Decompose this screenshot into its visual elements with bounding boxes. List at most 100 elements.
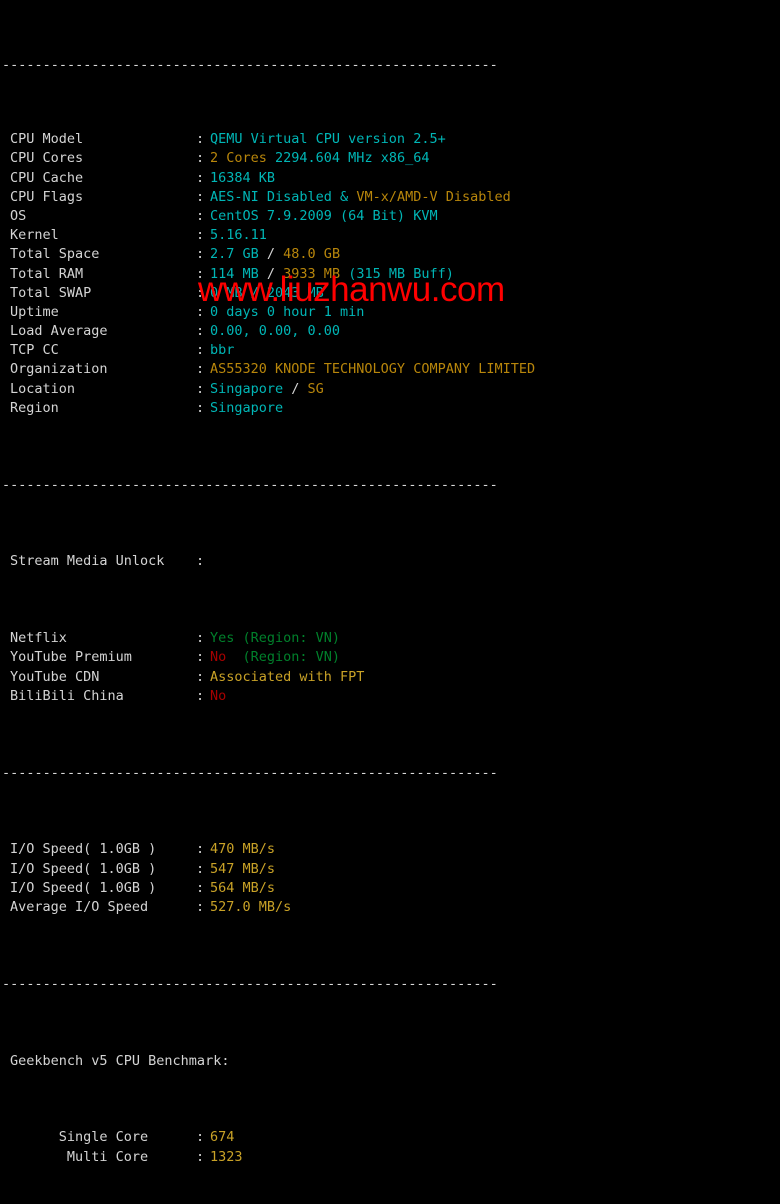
system-info-label: Region bbox=[10, 399, 59, 416]
system-info-value: QEMU Virtual CPU version 2.5+ bbox=[210, 131, 446, 147]
system-info-label: CPU Flags bbox=[10, 188, 84, 205]
stream-media-value: Yes (Region: VN) bbox=[210, 630, 340, 646]
system-info-row: Total RAM:114 MB / 3933 MB (315 MB Buff) bbox=[0, 265, 780, 284]
system-info-value: 0 MB / 2043 MB bbox=[210, 285, 324, 301]
system-info-value-part: 2 Cores bbox=[210, 150, 267, 167]
separator-geekbench: ----------------------------------------… bbox=[2, 975, 498, 992]
io-speed-value-part: 470 MB/s bbox=[210, 841, 276, 858]
system-info-row: Load Average:0.00, 0.00, 0.00 bbox=[0, 322, 780, 341]
system-info-value-part: 0 MB / 2043 MB bbox=[210, 284, 324, 301]
system-info-label: Uptime bbox=[10, 303, 59, 320]
system-info-row: CPU Model: QEMU Virtual CPU version 2.5+ bbox=[0, 130, 780, 149]
system-info-row: CPU Cache:16384 KB bbox=[0, 169, 780, 188]
system-info-colon: : bbox=[196, 323, 205, 340]
stream-media-value: No (Region: VN) bbox=[210, 649, 340, 665]
system-info-row: Organization: AS55320 KNODE TECHNOLOGY CO… bbox=[0, 360, 780, 379]
io-speed-colon: : bbox=[196, 841, 205, 858]
system-info-row: CPU Flags: AES-NI Disabled & VM-x/AMD-V D… bbox=[0, 188, 780, 207]
io-speed-value: 547 MB/s bbox=[210, 861, 275, 877]
system-info-label: Kernel bbox=[10, 227, 59, 244]
system-info-label: CPU Cache bbox=[10, 169, 84, 186]
stream-media-section: Netflix: Yes (Region: VN) YouTube Premium:… bbox=[0, 629, 780, 706]
separator-top: ----------------------------------------… bbox=[2, 59, 498, 73]
system-info-colon: : bbox=[196, 380, 205, 397]
stream-media-heading-label: Stream Media Unlock bbox=[10, 553, 165, 570]
io-speed-row: I/O Speed( 1.0GB ):547 MB/s bbox=[0, 860, 780, 879]
io-speed-value-part: 527.0 MB/s bbox=[210, 898, 292, 915]
stream-media-value-part: Yes (Region: VN) bbox=[210, 630, 341, 647]
system-info-value-part: 48.0 GB bbox=[283, 246, 341, 263]
system-info-label: Total Space bbox=[10, 246, 100, 263]
io-speed-section: I/O Speed( 1.0GB ):470 MB/s I/O Speed( 1.… bbox=[0, 840, 780, 917]
system-info-value-part: QEMU Virtual CPU version 2.5+ bbox=[210, 131, 446, 148]
stream-media-value-part: No bbox=[210, 687, 227, 704]
system-info-colon: : bbox=[196, 131, 205, 148]
stream-media-colon: : bbox=[196, 687, 205, 704]
system-info-value: bbr bbox=[210, 342, 234, 358]
system-info-colon: : bbox=[196, 150, 205, 167]
system-info-label: CPU Cores bbox=[10, 150, 84, 167]
separator-io: ----------------------------------------… bbox=[2, 764, 498, 781]
stream-media-colon: : bbox=[196, 649, 205, 666]
system-info-value: Singapore bbox=[210, 400, 283, 416]
stream-media-heading-row: Stream Media Unlock: bbox=[0, 552, 780, 571]
system-info-value-part: AES-NI Disabled & bbox=[210, 188, 357, 205]
stream-media-value: Associated with FPT bbox=[210, 669, 364, 685]
system-info-colon: : bbox=[196, 227, 205, 244]
system-info-value: 2.7 GB / 48.0 GB bbox=[210, 246, 340, 262]
system-info-colon: : bbox=[196, 361, 205, 378]
stream-media-value-part: No bbox=[210, 649, 227, 666]
system-info-colon: : bbox=[196, 188, 205, 205]
system-info-value-part: / bbox=[258, 265, 284, 282]
system-info-value: 0 days 0 hour 1 min bbox=[210, 304, 364, 320]
system-info-section: CPU Model: QEMU Virtual CPU version 2.5+ C… bbox=[0, 130, 780, 418]
system-info-value-part: 3933 MB bbox=[283, 265, 341, 282]
stream-media-label: YouTube CDN bbox=[10, 668, 100, 685]
system-info-colon: : bbox=[196, 169, 205, 186]
geekbench-value: 1323 bbox=[210, 1149, 243, 1165]
system-info-colon: : bbox=[196, 265, 205, 282]
system-info-value-part: CentOS 7.9.2009 (64 Bit) KVM bbox=[210, 207, 438, 224]
io-speed-colon: : bbox=[196, 879, 205, 896]
system-info-value: AS55320 KNODE TECHNOLOGY COMPANY LIMITED bbox=[210, 361, 535, 377]
system-info-value: CentOS 7.9.2009 (64 Bit) KVM bbox=[210, 208, 438, 224]
system-info-row: Uptime:0 days 0 hour 1 min bbox=[0, 303, 780, 322]
geekbench-colon: : bbox=[196, 1148, 205, 1165]
system-info-value-part: 0.00, 0.00, 0.00 bbox=[210, 323, 341, 340]
system-info-colon: : bbox=[196, 207, 205, 224]
system-info-value-part: 5.16.11 bbox=[210, 227, 267, 244]
system-info-value-part: SG bbox=[307, 380, 324, 397]
stream-media-row: YouTube CDN: Associated with FPT bbox=[0, 668, 780, 687]
system-info-row: Total Space:2.7 GB / 48.0 GB bbox=[0, 245, 780, 264]
io-speed-label: I/O Speed( 1.0GB ) bbox=[10, 879, 157, 896]
io-speed-row: Average I/O Speed:527.0 MB/s bbox=[0, 898, 780, 917]
io-speed-value: 527.0 MB/s bbox=[210, 899, 291, 915]
system-info-value: 16384 KB bbox=[210, 170, 275, 186]
geekbench-label: Single Core bbox=[10, 1129, 149, 1146]
system-info-row: OS: CentOS 7.9.2009 (64 Bit) KVM bbox=[0, 207, 780, 226]
stream-media-value-part: Associated with FPT bbox=[210, 668, 365, 685]
geekbench-value-part: 1323 bbox=[210, 1148, 243, 1165]
system-info-value: 2 Cores 2294.604 MHz x86_64 bbox=[210, 150, 429, 166]
system-info-colon: : bbox=[196, 303, 205, 320]
system-info-value-part: Singapore bbox=[210, 380, 284, 397]
system-info-row: TCP CC: bbr bbox=[0, 341, 780, 360]
system-info-value-part: VM-x/AMD-V Disabled bbox=[356, 188, 511, 205]
system-info-colon: : bbox=[196, 399, 205, 416]
system-info-value-part: / bbox=[283, 380, 308, 397]
io-speed-row: I/O Speed( 1.0GB ):564 MB/s bbox=[0, 879, 780, 898]
system-info-value: 5.16.11 bbox=[210, 227, 267, 243]
system-info-label: Organization bbox=[10, 361, 108, 378]
terminal-output: ----------------------------------------… bbox=[0, 0, 780, 1204]
system-info-value: 0.00, 0.00, 0.00 bbox=[210, 323, 340, 339]
system-info-label: TCP CC bbox=[10, 342, 59, 359]
system-info-row: CPU Cores:2 Cores 2294.604 MHz x86_64 bbox=[0, 149, 780, 168]
stream-media-colon: : bbox=[196, 668, 205, 685]
system-info-colon: : bbox=[196, 342, 205, 359]
system-info-value-part: 114 MB bbox=[210, 265, 259, 282]
stream-media-value: No bbox=[210, 688, 226, 704]
system-info-colon: : bbox=[196, 246, 205, 263]
stream-media-row: BiliBili China: No bbox=[0, 687, 780, 706]
system-info-value-part: / bbox=[258, 246, 284, 263]
geekbench-value: 674 bbox=[210, 1129, 234, 1145]
